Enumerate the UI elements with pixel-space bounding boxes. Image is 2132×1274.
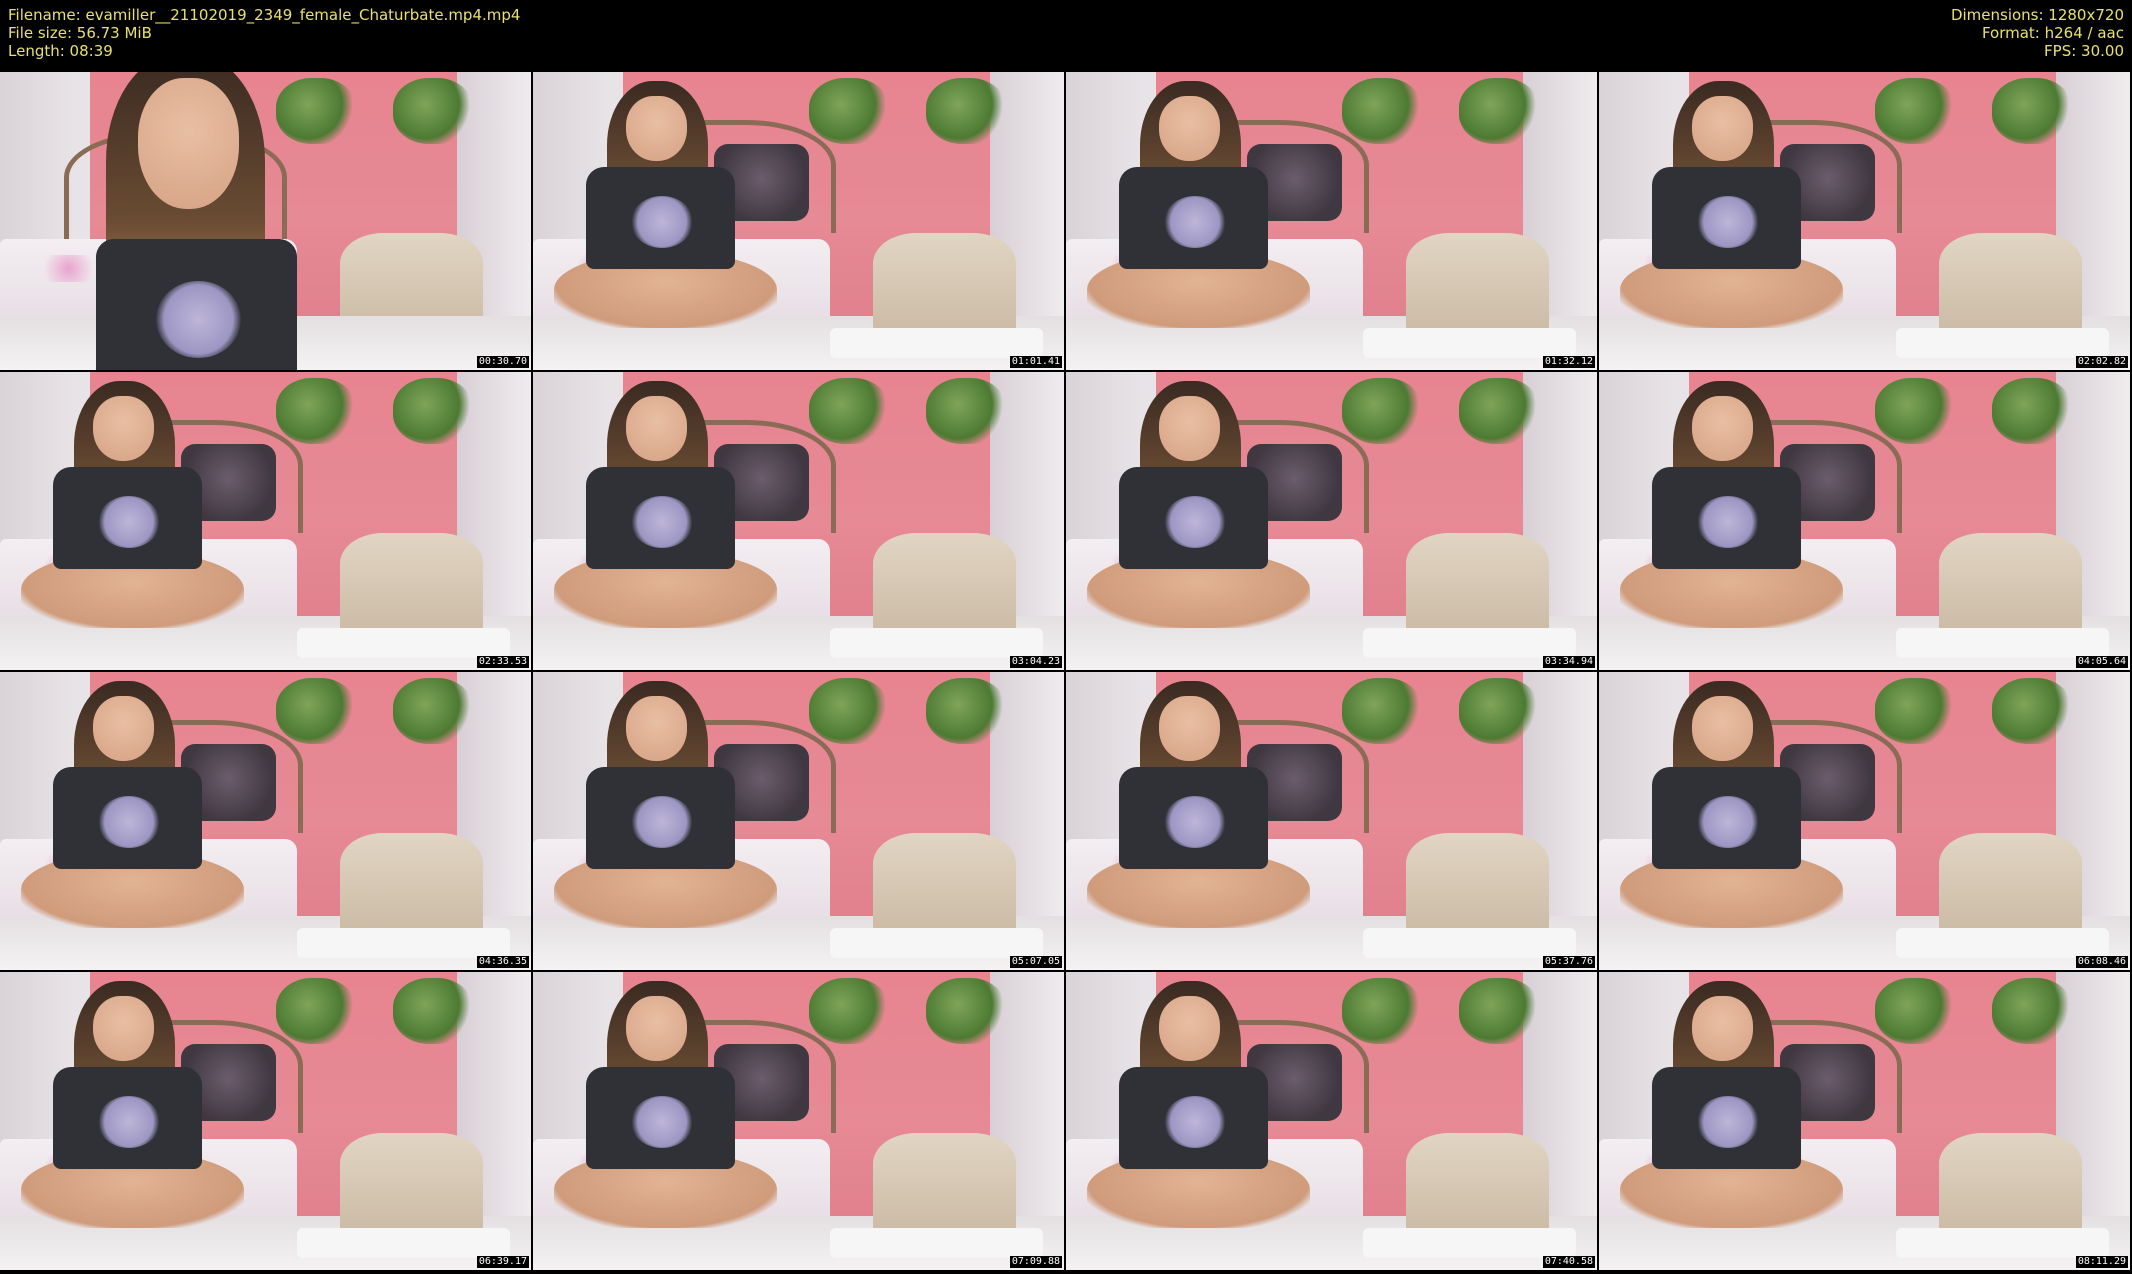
person-figure bbox=[1599, 372, 2130, 670]
thumbnail-timestamp: 04:05.64 bbox=[2075, 656, 2128, 668]
person-figure bbox=[0, 72, 531, 370]
thumbnail-frame[interactable]: 05:07.05 bbox=[533, 672, 1064, 970]
dimensions-text: Dimensions: 1280x720 bbox=[1950, 6, 2124, 24]
thumbnail-timestamp: 03:34.94 bbox=[1542, 656, 1595, 668]
person-figure bbox=[533, 972, 1064, 1270]
thumbnail-frame[interactable]: 01:32.12 bbox=[1066, 72, 1597, 370]
person-figure bbox=[1599, 672, 2130, 970]
person-figure bbox=[1066, 672, 1597, 970]
person-figure bbox=[533, 672, 1064, 970]
person-figure bbox=[0, 672, 531, 970]
thumbnail-timestamp: 01:32.12 bbox=[1542, 356, 1595, 368]
person-figure bbox=[533, 72, 1064, 370]
metadata-header: Filename: evamiller__21102019_2349_femal… bbox=[0, 0, 2132, 72]
format-text: Format: h264 / aac bbox=[1981, 24, 2124, 42]
thumbnail-timestamp: 02:02.82 bbox=[2075, 356, 2128, 368]
thumbnail-timestamp: 06:08.46 bbox=[2075, 956, 2128, 968]
thumbnail-timestamp: 08:11.29 bbox=[2075, 1256, 2128, 1268]
thumbnail-timestamp: 02:33.53 bbox=[476, 656, 529, 668]
thumbnail-frame[interactable]: 05:37.76 bbox=[1066, 672, 1597, 970]
thumbnail-timestamp: 01:01.41 bbox=[1009, 356, 1062, 368]
thumbnail-timestamp: 07:40.58 bbox=[1542, 1256, 1595, 1268]
thumbnail-frame[interactable]: 03:04.23 bbox=[533, 372, 1064, 670]
thumbnail-timestamp: 03:04.23 bbox=[1009, 656, 1062, 668]
thumbnail-frame[interactable]: 03:34.94 bbox=[1066, 372, 1597, 670]
thumbnail-frame[interactable]: 01:01.41 bbox=[533, 72, 1064, 370]
thumbnail-timestamp: 05:37.76 bbox=[1542, 956, 1595, 968]
filename-text: Filename: evamiller__21102019_2349_femal… bbox=[8, 6, 521, 24]
contact-sheet: Filename: evamiller__21102019_2349_femal… bbox=[0, 0, 2132, 1274]
person-figure bbox=[0, 372, 531, 670]
person-figure bbox=[1066, 372, 1597, 670]
thumbnail-frame[interactable]: 07:09.88 bbox=[533, 972, 1064, 1270]
thumbnail-frame[interactable]: 07:40.58 bbox=[1066, 972, 1597, 1270]
thumbnail-grid: 00:30.70 01:01.41 01:32.12 02:02.82 02:3… bbox=[0, 72, 2132, 1274]
file-size-text: File size: 56.73 MiB bbox=[8, 24, 152, 42]
person-figure bbox=[1599, 972, 2130, 1270]
person-figure bbox=[0, 972, 531, 1270]
person-figure bbox=[1066, 72, 1597, 370]
person-figure bbox=[1066, 972, 1597, 1270]
thumbnail-timestamp: 04:36.35 bbox=[476, 956, 529, 968]
fps-text: FPS: 30.00 bbox=[2044, 42, 2124, 60]
thumbnail-timestamp: 05:07.05 bbox=[1009, 956, 1062, 968]
person-figure bbox=[533, 372, 1064, 670]
thumbnail-frame[interactable]: 06:39.17 bbox=[0, 972, 531, 1270]
thumbnail-timestamp: 07:09.88 bbox=[1009, 1256, 1062, 1268]
thumbnail-frame[interactable]: 06:08.46 bbox=[1599, 672, 2130, 970]
metadata-right: Dimensions: 1280x720 Format: h264 / aac … bbox=[1951, 6, 2124, 60]
length-text: Length: 08:39 bbox=[8, 42, 113, 60]
thumbnail-frame[interactable]: 00:30.70 bbox=[0, 72, 531, 370]
thumbnail-frame[interactable]: 08:11.29 bbox=[1599, 972, 2130, 1270]
metadata-left: Filename: evamiller__21102019_2349_femal… bbox=[8, 6, 520, 60]
thumbnail-timestamp: 06:39.17 bbox=[476, 1256, 529, 1268]
thumbnail-timestamp: 00:30.70 bbox=[476, 356, 529, 368]
thumbnail-frame[interactable]: 04:36.35 bbox=[0, 672, 531, 970]
thumbnail-frame[interactable]: 02:33.53 bbox=[0, 372, 531, 670]
person-figure bbox=[1599, 72, 2130, 370]
thumbnail-frame[interactable]: 02:02.82 bbox=[1599, 72, 2130, 370]
thumbnail-frame[interactable]: 04:05.64 bbox=[1599, 372, 2130, 670]
